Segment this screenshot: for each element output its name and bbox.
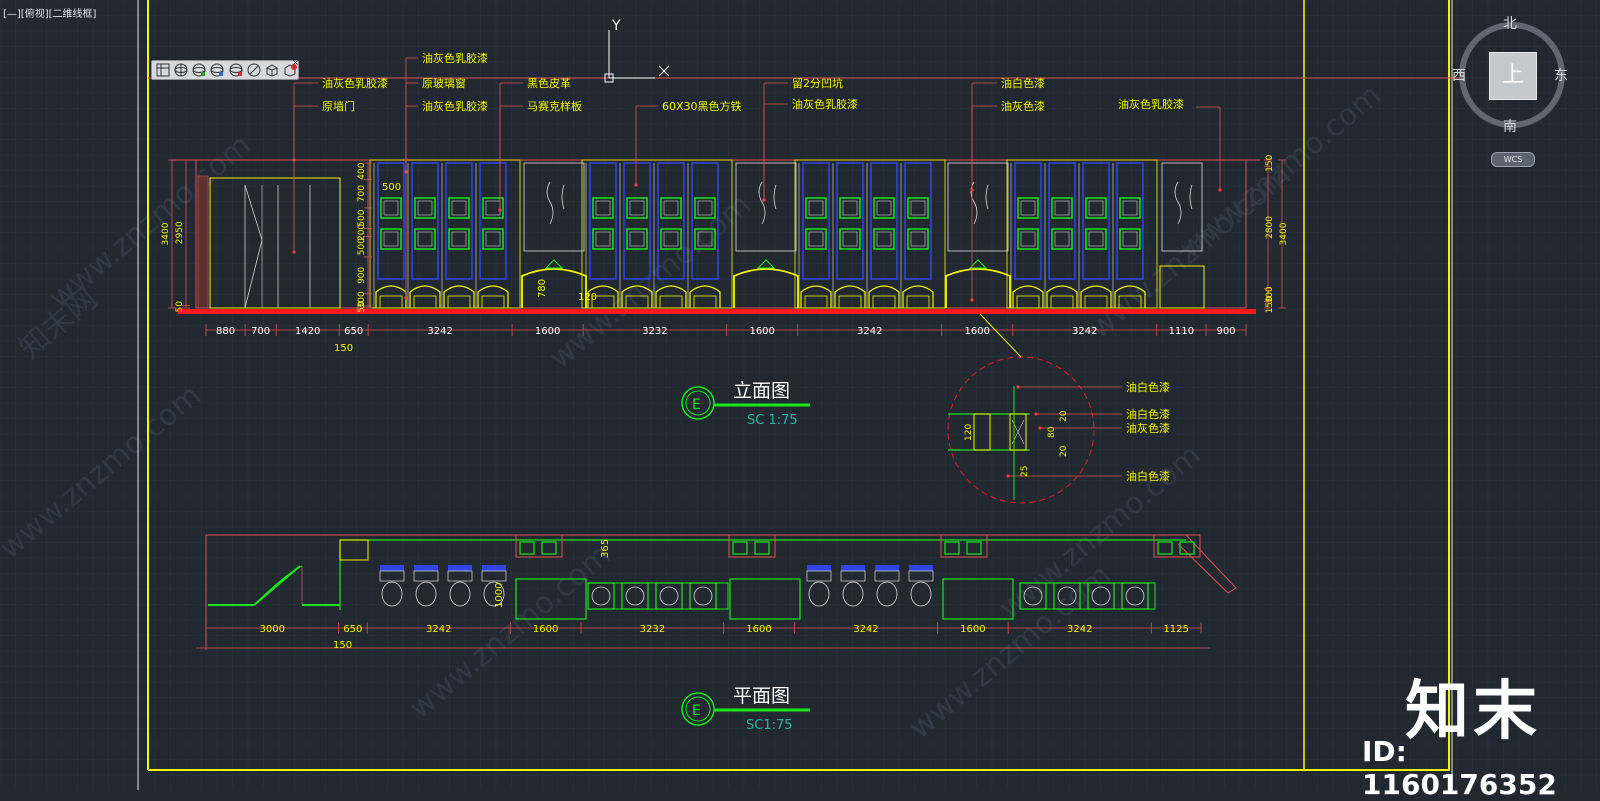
- elevation-sub-dim: 150: [334, 343, 353, 354]
- callout-label: 留2分凹坑: [792, 76, 843, 90]
- dimension-value: 900: [1216, 326, 1235, 337]
- dimension-value: 3242: [853, 624, 878, 635]
- watermark-id: ID: 1160176352: [1362, 735, 1557, 801]
- sphere-icon[interactable]: [173, 62, 189, 78]
- dimension-value: 400: [357, 162, 367, 179]
- dimension-value: 1600: [960, 624, 985, 635]
- dimension-value: 3400: [1279, 222, 1289, 245]
- dimension-value: 1125: [1163, 624, 1188, 635]
- dimension-value: 50: [175, 301, 185, 313]
- toolbar-close-button[interactable]: ×: [291, 58, 300, 67]
- detail-callout-label: 油灰色漆: [1126, 421, 1170, 435]
- detail-dim: 20: [1059, 445, 1069, 457]
- dimension-value: 3232: [640, 624, 665, 635]
- detail-callout-label: 油白色漆: [1126, 407, 1170, 421]
- callout-label: 油灰色乳胶漆: [322, 76, 388, 90]
- inner-dim: 500: [382, 182, 401, 193]
- detail-dim: 20: [1059, 410, 1069, 422]
- dimension-value: 1110: [1169, 326, 1194, 337]
- cube-icon[interactable]: [264, 62, 280, 78]
- dimension-value: 50: [357, 301, 367, 313]
- detail-callout-label: 油白色漆: [1126, 380, 1170, 394]
- detail-callout-label: 油白色漆: [1126, 469, 1170, 483]
- wcs-menu[interactable]: WCS: [1491, 152, 1535, 167]
- dimension-value: 150: [1265, 296, 1275, 313]
- ucs-icon: Y: [604, 18, 670, 83]
- compass-west[interactable]: 西: [1452, 65, 1466, 85]
- dimension-value: 650: [343, 624, 362, 635]
- no-sign-icon[interactable]: [246, 62, 262, 78]
- dimension-value: 3242: [857, 326, 882, 337]
- plan-scale: SC1:75: [746, 718, 793, 733]
- callout-label: 60X30黑色方铁: [662, 99, 742, 113]
- elevation-title: 立面图: [733, 380, 790, 402]
- detail-dim: 80: [1047, 426, 1057, 438]
- floating-toolbar[interactable]: ×: [151, 58, 300, 80]
- dimension-value: 1600: [535, 326, 560, 337]
- callout-label: 原墙门: [322, 99, 355, 113]
- dimension-value: 500: [357, 238, 367, 255]
- dimension-value: 150: [1265, 154, 1275, 171]
- plan-inner-dim: 1000: [494, 583, 505, 608]
- callout-label: 油灰色漆: [1001, 99, 1045, 113]
- dimension-value: 1600: [746, 624, 771, 635]
- dimension-value: 700: [251, 326, 270, 337]
- callout-label: 油灰色乳胶漆: [1118, 97, 1184, 111]
- elevation-callouts: 油灰色乳胶漆原墙门油灰色乳胶漆原玻璃窗油灰色乳胶漆黑色皮革马赛克样板 60X30黑…: [292, 51, 1222, 302]
- elevation-bottom-dimensions: 880 700 1420 650 3242 1600 3232 1600 3242 1600 324…: [205, 324, 1247, 337]
- dimension-value: 3000: [260, 624, 285, 635]
- dimension-value: 700: [357, 185, 367, 202]
- dimension-value: 3400: [161, 222, 171, 245]
- dimension-value: 3232: [642, 326, 667, 337]
- dimension-value: 880: [216, 326, 235, 337]
- elevation-scale: SC 1:75: [747, 413, 798, 428]
- urinal-panel-groups: [369, 159, 1158, 309]
- callout-label: 油灰色乳胶漆: [422, 99, 488, 113]
- dimension-value: 900: [357, 266, 367, 283]
- plan-marker-letter: E: [692, 703, 701, 719]
- elevation-marker-letter: E: [692, 397, 701, 413]
- sphere-add-icon[interactable]: [191, 62, 207, 78]
- dimension-value: 1600: [533, 624, 558, 635]
- detail-callout: 油白色漆油白色漆油灰色漆油白色漆 20 80 20 120 25: [947, 313, 1170, 504]
- callout-label: 油灰色乳胶漆: [792, 97, 858, 111]
- watermark-text: www.znzmo.com: [43, 128, 258, 317]
- detail-dim: 120: [964, 424, 974, 441]
- viewport-label[interactable]: [—][俯视][二维线框]: [3, 5, 96, 20]
- compass-north[interactable]: 北: [1503, 13, 1517, 33]
- callout-label: 油白色漆: [1001, 76, 1045, 90]
- dimension-value: 2800: [1265, 216, 1275, 239]
- callout-label: 油灰色乳胶漆: [422, 51, 488, 65]
- dimension-value: 2950: [175, 221, 185, 244]
- dimension-value: 3242: [426, 624, 451, 635]
- dimension-value: 650: [344, 326, 363, 337]
- compass-south[interactable]: 南: [1503, 116, 1517, 136]
- plan-inner-dim: 365: [600, 539, 611, 558]
- cad-viewport[interactable]: 知末网 www.znzmo.com www.znzmo.com www.znzm…: [0, 0, 1600, 801]
- dimension-value: 1420: [295, 326, 320, 337]
- sphere-minus-icon[interactable]: [228, 62, 244, 78]
- plan-sub-dim: 150: [333, 640, 352, 651]
- dimension-value: 3242: [1067, 624, 1092, 635]
- compass-east[interactable]: 东: [1554, 65, 1568, 85]
- layer-manager-icon[interactable]: [155, 62, 171, 78]
- inner-dim: 780: [537, 279, 548, 298]
- inner-dim: 120: [578, 292, 597, 303]
- cad-drawing-canvas[interactable]: 知末网 www.znzmo.com www.znzmo.com www.znzm…: [0, 0, 1600, 795]
- dimension-value: 3242: [427, 326, 452, 337]
- dimension-value: 3242: [1072, 326, 1097, 337]
- drawing-frame: [137, 0, 1465, 795]
- dimension-value: 1600: [749, 326, 774, 337]
- callout-label: 马赛克样板: [527, 99, 582, 113]
- viewcube-top-face[interactable]: 上: [1489, 52, 1537, 100]
- sphere-check-icon[interactable]: [209, 62, 225, 78]
- plan-title: 平面图: [733, 685, 790, 707]
- dimension-value: 1600: [965, 326, 990, 337]
- callout-label: 黑色皮革: [527, 76, 571, 90]
- ucs-y-label: Y: [611, 18, 621, 34]
- detail-dim: 25: [1020, 466, 1030, 477]
- floor-baseline: [178, 309, 1256, 314]
- callout-label: 原玻璃窗: [422, 76, 466, 90]
